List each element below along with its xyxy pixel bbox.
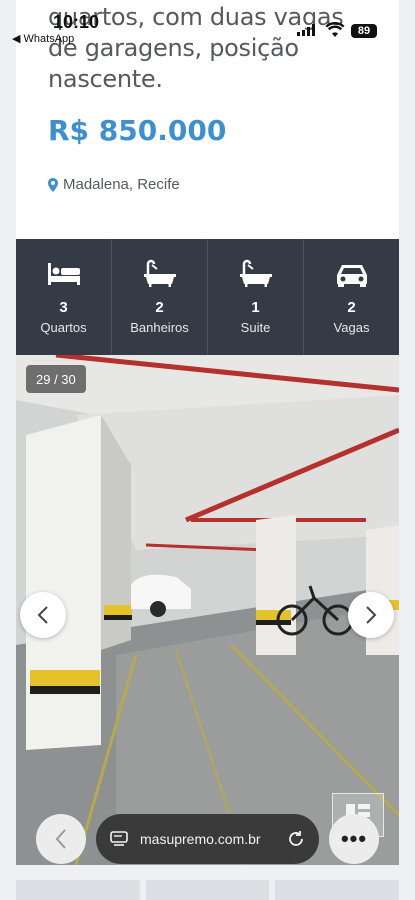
listing-price: R$ 850.000 bbox=[48, 114, 227, 147]
feature-suite: 1 Suite bbox=[208, 239, 304, 355]
feature-label: Quartos bbox=[40, 320, 87, 335]
garage-photo bbox=[16, 355, 399, 865]
battery-indicator: 89 bbox=[351, 24, 377, 38]
feature-count: 1 bbox=[251, 299, 260, 316]
thumbnail[interactable] bbox=[16, 880, 140, 900]
feature-label: Vagas bbox=[333, 320, 370, 335]
listing-location: Madalena, Recife bbox=[48, 176, 180, 193]
bathtub-icon bbox=[143, 259, 176, 287]
more-button[interactable]: ••• bbox=[329, 814, 379, 864]
bathtub-icon bbox=[239, 259, 272, 287]
browser-toolbar: masupremo.com.br ••• bbox=[0, 806, 415, 872]
feature-label: Suite bbox=[240, 320, 271, 335]
thumbnail[interactable] bbox=[145, 880, 270, 900]
bed-icon bbox=[47, 263, 80, 285]
feature-label: Banheiros bbox=[130, 320, 189, 335]
feature-banheiros: 2 Banheiros bbox=[112, 239, 208, 355]
status-bar: 10:10 ◀ WhatsApp 89 bbox=[0, 0, 415, 46]
tabs-icon bbox=[110, 831, 128, 846]
thumbnail[interactable] bbox=[275, 880, 400, 900]
reload-icon[interactable] bbox=[287, 830, 305, 848]
location-text: Madalena, Recife bbox=[63, 176, 180, 193]
chevron-left-icon bbox=[37, 606, 48, 624]
browser-back-button[interactable] bbox=[36, 814, 86, 864]
feature-quartos: 3 Quartos bbox=[16, 239, 112, 355]
wifi-icon bbox=[325, 22, 345, 37]
thumbnail-strip bbox=[16, 880, 400, 900]
back-to-app-link[interactable]: ◀ WhatsApp bbox=[12, 32, 74, 45]
car-icon bbox=[336, 265, 367, 287]
status-time: 10:10 bbox=[53, 12, 100, 32]
chevron-right-icon bbox=[366, 606, 377, 624]
photo-gallery[interactable]: 29 / 30 bbox=[16, 355, 399, 865]
chevron-left-icon bbox=[55, 829, 66, 849]
feature-count: 2 bbox=[155, 299, 164, 316]
url-text: masupremo.com.br bbox=[140, 831, 261, 847]
features-bar: 3 Quartos 2 Banheiros 1 Suite 2 Vagas bbox=[16, 239, 399, 355]
feature-vagas: 2 Vagas bbox=[304, 239, 399, 355]
address-bar[interactable]: masupremo.com.br bbox=[96, 814, 319, 864]
photo-counter: 29 / 30 bbox=[26, 365, 86, 393]
feature-count: 2 bbox=[347, 299, 356, 316]
signal-icon bbox=[297, 24, 315, 36]
map-pin-icon bbox=[48, 177, 58, 192]
feature-count: 3 bbox=[59, 299, 68, 316]
gallery-prev-button[interactable] bbox=[20, 592, 66, 638]
gallery-next-button[interactable] bbox=[348, 592, 394, 638]
